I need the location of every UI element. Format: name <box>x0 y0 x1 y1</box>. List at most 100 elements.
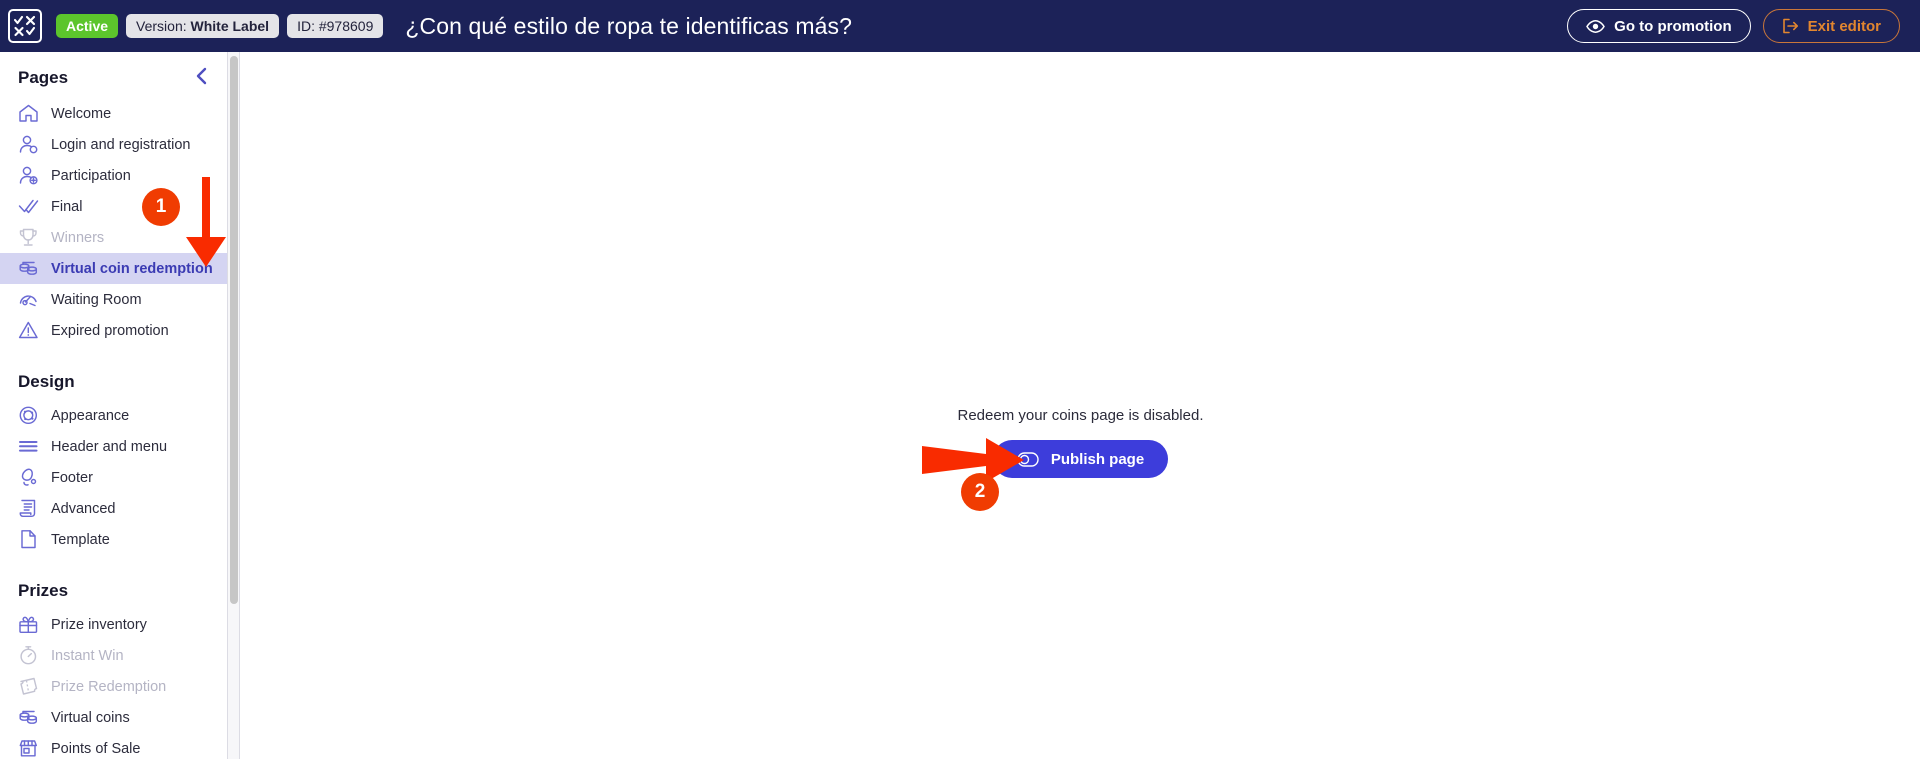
double-check-icon <box>18 196 39 217</box>
page-icon <box>21 530 36 549</box>
menu-lines-icon <box>18 436 39 457</box>
top-bar: Active Version: White Label ID: #978609 … <box>0 0 1920 52</box>
palette-icon <box>18 405 39 426</box>
checkbox-grid-logo-icon <box>14 15 36 37</box>
sidebar-scrollbar-thumb[interactable] <box>230 56 238 604</box>
sidebar-item-virtual-coin-redemption[interactable]: Virtual coin redemption <box>0 253 227 284</box>
sidebar-item-advanced[interactable]: Advanced <box>0 493 227 524</box>
sidebar-item-expired-promotion[interactable]: Expired promotion <box>0 315 227 346</box>
app-logo[interactable] <box>8 9 42 43</box>
sidebar-item-label: Participation <box>51 167 131 184</box>
sidebar-item-welcome[interactable]: Welcome <box>0 98 227 129</box>
top-bar-actions: Go to promotion Exit editor <box>1567 9 1900 43</box>
sidebar-item-waiting-room[interactable]: Waiting Room <box>0 284 227 315</box>
speedometer-icon <box>18 289 39 310</box>
empty-state-message: Redeem your coins page is disabled. <box>957 407 1204 424</box>
sidebar-item-virtual-coins[interactable]: Virtual coins <box>0 702 227 733</box>
coins-stack-icon <box>18 258 39 279</box>
sidebar-item-label: Waiting Room <box>51 291 142 308</box>
sidebar-item-label: Final <box>51 198 83 215</box>
status-badge: Active <box>56 14 119 38</box>
sidebar-section-title: Design <box>18 372 75 391</box>
footprint-icon <box>21 468 37 486</box>
scroll-document-icon <box>19 499 36 518</box>
home-icon <box>19 104 38 122</box>
sidebar-item-label: Prize Redemption <box>51 678 167 695</box>
go-to-promotion-label: Go to promotion <box>1614 17 1732 35</box>
home-icon <box>18 103 39 124</box>
stopwatch-icon <box>18 645 39 666</box>
sidebar-item-points-of-sale[interactable]: Points of Sale <box>0 733 227 759</box>
sidebar-item-prize-inventory[interactable]: Prize inventory <box>0 609 227 640</box>
exit-editor-button[interactable]: Exit editor <box>1762 9 1900 43</box>
user-add-icon <box>18 165 39 186</box>
sidebar-item-footer[interactable]: Footer <box>0 462 227 493</box>
coins-stack-icon <box>18 707 39 728</box>
user-settings-icon <box>19 135 38 154</box>
coins-stack-icon <box>19 261 38 275</box>
stopwatch-icon <box>20 646 37 665</box>
sidebar-item-label: Prize inventory <box>51 616 147 633</box>
sidebar-item-label: Appearance <box>51 407 130 424</box>
logout-icon <box>1782 18 1798 34</box>
promotion-id-badge: ID: #978609 <box>287 14 384 38</box>
exit-editor-label: Exit editor <box>1807 17 1881 35</box>
coins-stack-icon <box>19 710 38 724</box>
sidebar-item-label: Header and menu <box>51 438 168 455</box>
sidebar-content: Pages Welcome Login and registration Partic… <box>0 52 227 759</box>
speedometer-icon <box>19 295 37 307</box>
main-canvas: Redeem your coins page is disabled. Publ… <box>241 52 1920 759</box>
sidebar-item-participation[interactable]: Participation <box>0 160 227 191</box>
toggle-switch-icon <box>1017 451 1039 467</box>
sidebar-item-label: Expired promotion <box>51 322 169 339</box>
sidebar: Pages Welcome Login and registration Partic… <box>0 52 228 759</box>
sidebar-item-header-and-menu[interactable]: Header and menu <box>0 431 227 462</box>
double-check-icon <box>18 199 39 214</box>
scroll-document-icon <box>18 498 39 519</box>
sidebar-item-label: Template <box>51 531 110 548</box>
sidebar-item-label: Login and registration <box>51 136 191 153</box>
sidebar-item-label: Virtual coin redemption <box>51 260 213 277</box>
gift-icon <box>19 616 38 634</box>
palette-icon <box>19 406 38 425</box>
sidebar-item-instant-win[interactable]: Instant Win <box>0 640 227 671</box>
sidebar-section-title: Pages <box>18 68 69 87</box>
user-add-icon <box>19 166 38 185</box>
sidebar-section-pages: Pages <box>0 52 227 98</box>
chevron-left-icon[interactable] <box>193 66 211 90</box>
sidebar-item-prize-redemption[interactable]: Prize Redemption <box>0 671 227 702</box>
gift-icon <box>18 614 39 635</box>
sidebar-item-label: Points of Sale <box>51 740 141 757</box>
sidebar-item-label: Instant Win <box>51 647 124 664</box>
sidebar-item-final[interactable]: Final <box>0 191 227 222</box>
menu-lines-icon <box>19 441 38 452</box>
sidebar-item-label: Welcome <box>51 105 112 122</box>
publish-page-button[interactable]: Publish page <box>992 440 1169 478</box>
version-prefix: Version: <box>136 18 187 34</box>
sidebar-section-prizes: Prizes <box>0 555 227 609</box>
sidebar-scrollbar-track[interactable] <box>228 52 240 759</box>
warning-triangle-icon <box>18 320 39 341</box>
trophy-icon <box>18 227 39 248</box>
sidebar-item-appearance[interactable]: Appearance <box>0 400 227 431</box>
page-disabled-state: Redeem your coins page is disabled. Publ… <box>957 407 1204 478</box>
sidebar-item-template[interactable]: Template <box>0 524 227 555</box>
trophy-icon <box>19 228 37 246</box>
footprint-icon <box>18 467 39 488</box>
sidebar-item-login-and-registration[interactable]: Login and registration <box>0 129 227 160</box>
publish-page-label: Publish page <box>1050 450 1145 468</box>
sidebar-item-winners[interactable]: Winners <box>0 222 227 253</box>
user-settings-icon <box>18 134 39 155</box>
sidebar-item-label: Winners <box>51 229 105 246</box>
page-title: ¿Con qué estilo de ropa te identificas m… <box>405 12 853 39</box>
version-value: White Label <box>190 18 270 34</box>
sidebar-item-label: Footer <box>51 469 93 486</box>
sidebar-item-label: Virtual coins <box>51 709 130 726</box>
eye-icon <box>1586 19 1606 33</box>
version-badge: Version: White Label <box>126 14 280 38</box>
go-to-promotion-button[interactable]: Go to promotion <box>1567 9 1751 43</box>
sidebar-item-label: Advanced <box>51 500 116 517</box>
sidebar-section-design: Design <box>0 346 227 400</box>
store-icon <box>19 740 38 757</box>
store-icon <box>18 738 39 759</box>
